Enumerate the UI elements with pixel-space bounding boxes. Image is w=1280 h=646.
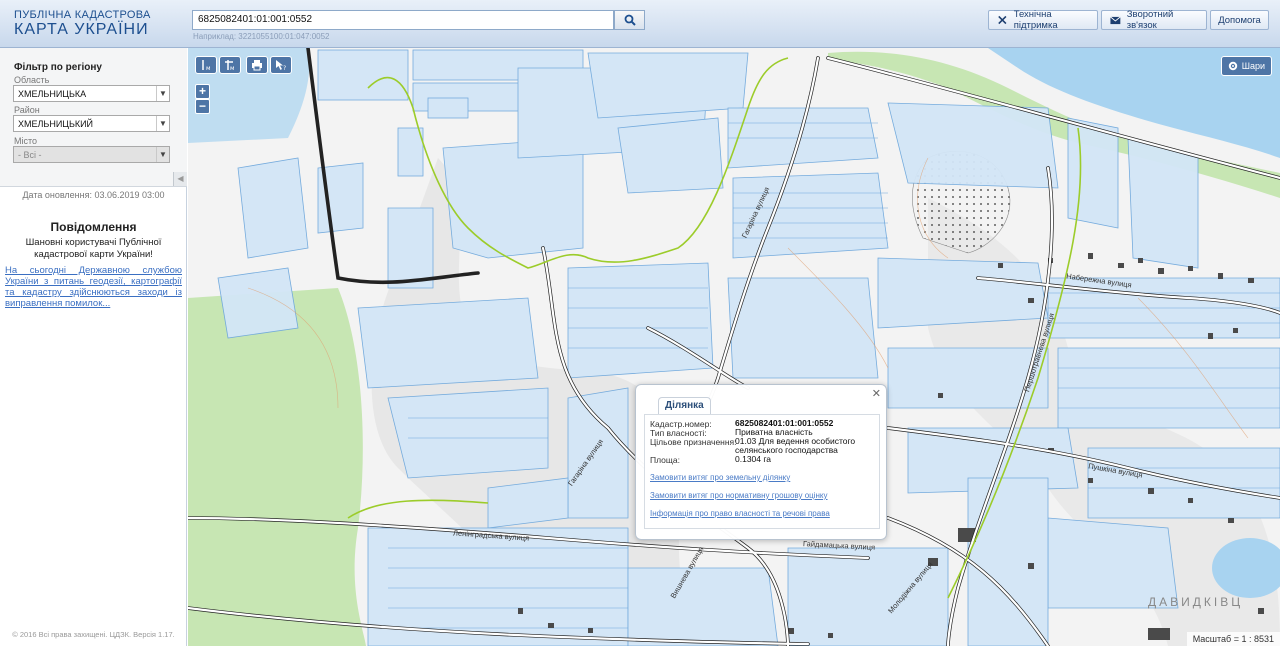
notice-link[interactable]: На сьогодні Державною службою України з … [5,265,182,309]
village-label: ДАВИДКІВЦ [1148,595,1244,609]
layers-label: Шари [1241,61,1265,71]
raion-label: Район [14,105,40,115]
city-label: Місто [14,136,38,146]
tools-icon [998,15,1007,25]
cadastral-search-input[interactable]: 6825082401:01:001:0552 [192,10,614,30]
envelope-icon [1110,16,1121,24]
region-filter: Фільтр по регіону Область ХМЕЛЬНИЦЬКА ▼ … [0,48,187,187]
help-label: Допомога [1218,14,1261,26]
filter-title: Фільтр по регіону [14,62,102,73]
area-icon: м [225,60,235,71]
order-parcel-extract-link[interactable]: Замовити витяг про земельну ділянку [650,473,790,482]
chevron-down-icon: ▼ [156,86,169,101]
oblast-value: ХМЕЛЬНИЦЬКА [18,89,87,99]
svg-text:?: ? [283,65,286,71]
parcel-info-popup: ✕ Ділянка Кадастр.номер: 6825082401:01:0… [635,384,887,540]
oblast-select[interactable]: ХМЕЛЬНИЦЬКА ▼ [13,85,170,102]
update-date: Дата оновлення: 03.06.2019 03:00 [22,190,165,200]
collapse-sidebar-button[interactable]: ◀ [173,172,187,186]
copyright: © 2016 Всі права захищені. ЦДЗК. Версія … [12,630,175,639]
area-label: Площа: [650,455,680,465]
ownership-info-link[interactable]: Інформація про право власності та речові… [650,509,830,518]
cadastral-map[interactable]: м м ? + − Шари Набережна вулиця Першотра… [188,48,1280,646]
tab-parcel[interactable]: Ділянка [658,397,711,415]
feedback-label: Зворотний зв'язок [1126,9,1174,31]
search-hint: Наприклад: 3221055100:01:047:0052 [193,32,330,41]
app-header: ПУБЛІЧНА КАДАСТРОВА КАРТА УКРАЇНИ 682508… [0,0,1280,48]
area-value: 0.1304 га [735,454,772,464]
print-button[interactable] [246,56,268,74]
feedback-button[interactable]: Зворотний зв'язок [1101,9,1207,31]
purpose-value: 01.03 Для ведення особистого селянського… [735,436,856,455]
zoom-in-button[interactable]: + [195,84,210,99]
raion-value: ХМЕЛЬНИЦЬКИЙ [18,119,94,129]
measure-distance-button[interactable]: м [195,56,217,74]
logo-line1: ПУБЛІЧНА КАДАСТРОВА [14,9,151,21]
gear-icon [1228,61,1237,71]
zoom-out-button[interactable]: − [195,99,210,114]
notice-text: Шановні користувачі Публічної кадастрово… [25,237,162,260]
order-valuation-extract-link[interactable]: Замовити витяг про нормативну грошову оц… [650,491,828,500]
close-icon[interactable]: ✕ [872,387,881,400]
parcel-details: Кадастр.номер: 6825082401:01:001:0552 Ти… [644,414,880,529]
ruler-icon: м [202,60,211,71]
layers-button[interactable]: Шари [1220,56,1272,76]
identify-button[interactable]: ? [270,56,292,74]
purpose-label: Цільове призначення: [650,437,737,447]
tech-support-label: Технічна підтримка [1013,9,1058,31]
search-button[interactable] [614,10,645,30]
map-canvas[interactable] [188,48,1280,646]
search-icon [624,14,636,26]
chevron-down-icon: ▼ [156,147,169,162]
chevron-down-icon: ▼ [156,116,169,131]
raion-select[interactable]: ХМЕЛЬНИЦЬКИЙ ▼ [13,115,170,132]
measure-area-button[interactable]: м [219,56,241,74]
scale-label: Масштаб = 1 : 8531 [1186,632,1280,646]
app-logo[interactable]: ПУБЛІЧНА КАДАСТРОВА КАРТА УКРАЇНИ [14,9,151,39]
help-button[interactable]: Допомога [1210,10,1269,30]
svg-text:м: м [230,65,235,71]
tech-support-button[interactable]: Технічна підтримка [988,9,1098,31]
svg-text:м: м [206,65,211,71]
city-select[interactable]: - Всі - ▼ [13,146,170,163]
printer-icon [252,60,262,71]
logo-line2: КАРТА УКРАЇНИ [14,21,149,38]
oblast-label: Область [14,75,50,85]
city-value: - Всі - [18,150,42,160]
sidebar: Фільтр по регіону Область ХМЕЛЬНИЦЬКА ▼ … [0,48,187,646]
notice-title: Повідомлення [50,220,137,234]
cursor-question-icon: ? [276,60,286,71]
